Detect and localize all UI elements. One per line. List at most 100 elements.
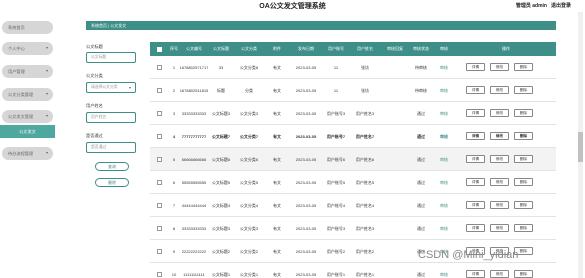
select-all-checkbox[interactable] (156, 46, 162, 52)
user-name-filter-input[interactable]: 用户姓名 (86, 112, 136, 123)
row-checkbox[interactable] (156, 110, 162, 116)
cell-attachment: 有文 (273, 225, 281, 231)
search-button[interactable]: 查询 (95, 162, 129, 171)
sidebar-item-home[interactable]: 系统首页 (2, 21, 53, 34)
delete-button[interactable]: 删除 (514, 270, 533, 278)
delete-button[interactable]: 删除 (514, 86, 533, 94)
detail-button[interactable]: 详情 (466, 155, 485, 163)
cell-category: 公文分类5 (239, 179, 259, 185)
detail-button[interactable]: 详情 (466, 270, 485, 278)
audit-link[interactable]: 审核 (432, 102, 456, 124)
edit-button[interactable]: 修改 (490, 178, 509, 186)
audit-link[interactable]: 审核 (432, 148, 456, 170)
detail-button[interactable]: 详情 (466, 132, 485, 140)
sidebar-item-category-management[interactable]: 公文分类管理 ▾ (2, 88, 53, 101)
cell-title: 公文标题3 (211, 110, 231, 116)
cell-status: 通过 (417, 179, 425, 185)
edit-button[interactable]: 修改 (490, 86, 509, 94)
detail-button[interactable]: 详情 (466, 201, 485, 209)
cell-category: 公文分类3 (239, 225, 259, 231)
category-select-placeholder: 请选择公文分类 (91, 85, 118, 89)
row-checkbox[interactable] (156, 202, 162, 208)
detail-button[interactable]: 详情 (466, 178, 485, 186)
cell-reply (380, 56, 410, 78)
detail-button[interactable]: 详情 (466, 109, 485, 117)
cell-account: 用户账号3 (326, 110, 346, 116)
delete-button[interactable]: 删除 (514, 109, 533, 117)
cell-account: 用户账号5 (326, 179, 346, 185)
page-scrollbar[interactable] (578, 12, 583, 278)
delete-button[interactable]: 删除 (514, 178, 533, 186)
delete-button[interactable]: 删除 (514, 63, 533, 71)
edit-button[interactable]: 修改 (490, 109, 509, 117)
header-status: 审核状态 (413, 46, 429, 51)
header-date: 发布日期 (298, 46, 314, 51)
row-checkbox[interactable] (156, 248, 162, 254)
sidebar-item-dispatch-management[interactable]: 公文发文管理 ▾ (2, 110, 53, 123)
cell-attachment: 有文 (273, 156, 281, 162)
cell-title: 公文标题2 (211, 248, 231, 254)
cell-name: 用户姓名3 (355, 225, 375, 231)
row-checkbox[interactable] (156, 271, 162, 277)
row-checkbox[interactable] (156, 156, 162, 162)
audit-link[interactable]: 审核 (432, 171, 456, 193)
title-filter-input[interactable]: 公文标题 (86, 52, 136, 63)
pass-filter-input[interactable]: 是否通过 (86, 142, 136, 153)
logout-link[interactable]: 退出登录 (551, 2, 571, 9)
row-checkbox[interactable] (156, 225, 162, 231)
chevron-down-icon: ▾ (45, 113, 48, 118)
audit-link[interactable]: 审核 (432, 56, 456, 78)
cell-account: 用户账号1 (326, 271, 346, 277)
sidebar-item-personal-center[interactable]: 个人中心 ▾ (2, 42, 53, 55)
sidebar-item-workflow-management[interactable]: 待办流程管理 ▾ (2, 147, 53, 160)
delete-button[interactable]: 删除 (514, 201, 533, 209)
top-right-links: 管理员 admin 退出登录 (516, 2, 571, 9)
cell-account: 用户账号3 (326, 225, 346, 231)
detail-button[interactable]: 详情 (466, 63, 485, 71)
edit-button[interactable]: 修改 (490, 201, 509, 209)
edit-button[interactable]: 修改 (490, 132, 509, 140)
row-checkbox[interactable] (156, 64, 162, 70)
delete-button[interactable]: 删除 (514, 132, 533, 140)
sidebar-subitem-dispatch[interactable]: 公文发文 (0, 125, 55, 138)
cell-status: 通过 (417, 225, 425, 231)
edit-button[interactable]: 修改 (490, 270, 509, 278)
audit-link[interactable]: 审核 (432, 79, 456, 101)
cell-index: 10 (171, 271, 177, 277)
cell-code: 66666666666 (181, 156, 207, 162)
pass-filter-placeholder: 是否通过 (91, 145, 107, 149)
chevron-down-icon: ▾ (45, 45, 48, 50)
cell-attachment: 有文 (273, 110, 281, 116)
edit-button[interactable]: 修改 (490, 63, 509, 71)
audit-link[interactable]: 审核 (432, 263, 456, 278)
table-row: 10 11111111111 公文标题1 公文分类1 有文 2023-03-05 用户账号1… (150, 263, 556, 278)
cell-reply (380, 194, 410, 216)
delete-button[interactable]: 删除 (514, 224, 533, 232)
cell-title: 公文标题7 (211, 133, 231, 139)
audit-link[interactable]: 审核 (432, 125, 456, 147)
cell-status: 通过 (417, 110, 425, 116)
cell-attachment: 有文 (273, 271, 281, 277)
detail-button[interactable]: 详情 (466, 86, 485, 94)
row-select-cell (150, 217, 168, 239)
detail-button[interactable]: 详情 (466, 224, 485, 232)
cell-name: 用户姓名3 (355, 110, 375, 116)
audit-link[interactable]: 审核 (432, 217, 456, 239)
cell-status: 通过 (417, 202, 425, 208)
cell-reply (380, 240, 410, 262)
row-checkbox[interactable] (156, 87, 162, 93)
breadcrumb-home[interactable]: 系统首页 (91, 23, 107, 28)
delete-button[interactable]: 删除 (514, 155, 533, 163)
cell-account: 11 (333, 87, 339, 93)
batch-delete-button[interactable]: 删除 (95, 178, 129, 187)
category-select[interactable]: 请选择公文分类 ▾ (86, 82, 136, 93)
edit-button[interactable]: 修改 (490, 155, 509, 163)
cell-title: 公文标题5 (211, 179, 231, 185)
row-checkbox[interactable] (156, 179, 162, 185)
row-checkbox[interactable] (156, 133, 162, 139)
edit-button[interactable]: 修改 (490, 224, 509, 232)
header-attachment: 附件 (273, 46, 281, 51)
scrollbar-thumb[interactable] (578, 132, 583, 162)
audit-link[interactable]: 审核 (432, 194, 456, 216)
sidebar-item-user-management[interactable]: 用户管理 ▾ (2, 65, 53, 78)
